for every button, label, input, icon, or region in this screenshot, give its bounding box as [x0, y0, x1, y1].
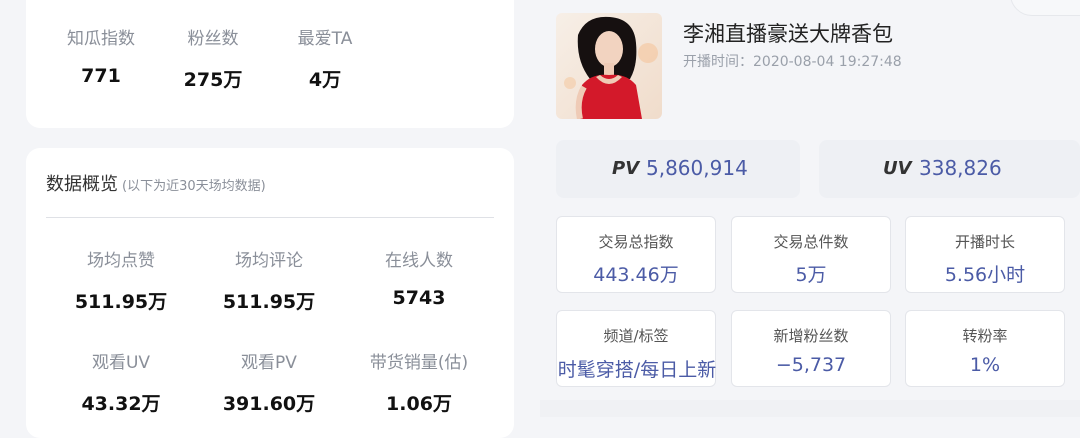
- uv-metric: UV 338,826: [819, 140, 1080, 198]
- cell-conversion-rate: 转粉率 1%: [905, 310, 1065, 387]
- stat-view-uv: 观看UV 43.32万: [46, 348, 196, 416]
- stat-label: 在线人数: [385, 251, 453, 271]
- stat-value: 511.95万: [222, 291, 316, 313]
- overview-title-text: 数据概览: [46, 174, 118, 195]
- cell-label: 交易总件数: [773, 233, 849, 251]
- cell-label: 转粉率: [962, 327, 1008, 345]
- stat-followers: 粉丝数 275万: [158, 24, 268, 92]
- portrait-illustration: [556, 13, 662, 119]
- cell-value: 5.56小时: [944, 264, 1026, 286]
- pv-metric: PV 5,860,914: [556, 140, 800, 198]
- cell-label: 新增粉丝数: [773, 327, 849, 345]
- stat-value: 275万: [183, 69, 243, 91]
- cell-value: 1%: [969, 354, 1001, 376]
- cell-trade-index: 交易总指数 443.46万: [556, 216, 716, 293]
- stat-avg-likes: 场均点赞 511.95万: [46, 246, 196, 314]
- live-start-time: 开播时间：2020-08-04 19:27:48: [683, 54, 902, 70]
- stat-view-pv: 观看PV 391.60万: [194, 348, 344, 416]
- cell-trade-count: 交易总件数 5万: [731, 216, 891, 293]
- stat-value: 511.95万: [74, 291, 168, 313]
- stat-label: 粉丝数: [187, 29, 239, 49]
- stat-label: 观看PV: [241, 353, 297, 373]
- summary-card: 知瓜指数 771 粉丝数 275万 最爱TA 4万: [26, 0, 514, 128]
- cell-live-duration: 开播时长 5.56小时: [905, 216, 1065, 293]
- stat-favorite-ta: 最爱TA 4万: [270, 24, 380, 92]
- stat-label: 观看UV: [91, 353, 151, 373]
- cell-label: 频道/标签: [603, 327, 669, 345]
- stat-avg-comments: 场均评论 511.95万: [194, 246, 344, 314]
- cell-label: 交易总指数: [598, 233, 674, 251]
- live-thumbnail-image[interactable]: [556, 13, 662, 119]
- stat-label: 知瓜指数: [67, 29, 135, 49]
- cell-value: −5,737: [775, 354, 847, 376]
- cell-channel-tag: 频道/标签 时髦穿搭/每日上新: [556, 310, 716, 387]
- cell-label: 开播时长: [954, 233, 1015, 251]
- stat-label: 场均点赞: [87, 251, 155, 271]
- stat-value: 771: [81, 65, 121, 87]
- overview-subtitle: (以下为近30天场均数据): [122, 179, 266, 194]
- pv-value: 5,860,914: [646, 156, 748, 180]
- cell-value: 时髦穿搭/每日上新: [557, 359, 717, 381]
- divider: [46, 217, 494, 218]
- stat-label: 最爱TA: [297, 29, 353, 49]
- live-title: 李湘直播豪送大牌香包: [683, 22, 893, 46]
- stat-value: 1.06万: [386, 393, 452, 415]
- overview-card: 数据概览 (以下为近30天场均数据) 场均点赞 511.95万 场均评论 511.…: [26, 148, 514, 438]
- uv-key: UV: [883, 158, 912, 179]
- overview-title: 数据概览 (以下为近30天场均数据): [46, 170, 266, 196]
- stat-sales-estimate: 带货销量(估) 1.06万: [344, 348, 494, 416]
- stat-zhigua-index: 知瓜指数 771: [46, 24, 156, 87]
- stat-label: 场均评论: [235, 251, 303, 271]
- cell-value: 5万: [795, 264, 827, 286]
- cell-value: 443.46万: [593, 264, 679, 286]
- uv-value: 338,826: [919, 156, 1002, 180]
- stat-online-users: 在线人数 5743: [344, 246, 494, 309]
- pv-key: PV: [612, 158, 640, 179]
- stat-label: 带货销量(估): [369, 353, 469, 373]
- stat-value: 4万: [308, 69, 342, 91]
- stat-value: 5743: [392, 287, 446, 309]
- bottom-section-edge: [540, 400, 1080, 417]
- top-right-button[interactable]: [1010, 0, 1080, 16]
- stat-value: 391.60万: [222, 393, 316, 415]
- cell-new-followers: 新增粉丝数 −5,737: [731, 310, 891, 387]
- stat-value: 43.32万: [81, 393, 161, 415]
